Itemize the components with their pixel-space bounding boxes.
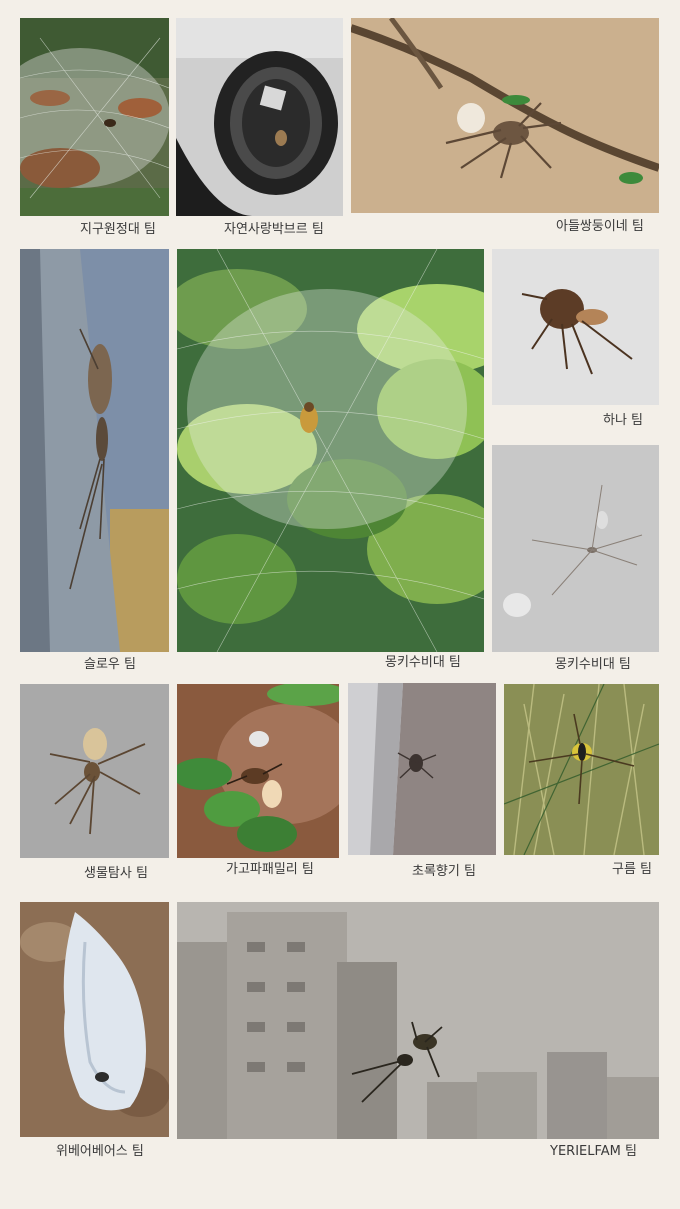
caption-4: 슬로우 팀 xyxy=(84,657,136,672)
photo-sheet-web-spider xyxy=(177,249,484,652)
caption-12: 위베어베어스 팀 xyxy=(56,1144,144,1159)
photo-argiope-in-grass xyxy=(504,684,659,855)
photo-spider-city-background xyxy=(177,902,659,1139)
photo-cellar-spider xyxy=(492,445,659,652)
caption-13: YERIELFAM 팀 xyxy=(550,1144,637,1159)
caption-6: 하나 팀 xyxy=(603,413,644,428)
caption-7: 몽키수비대 팀 xyxy=(555,657,631,672)
photo-orb-spider-gray xyxy=(20,684,169,858)
caption-11: 구름 팀 xyxy=(612,862,653,877)
caption-5: 몽키수비대 팀 xyxy=(385,655,461,670)
caption-1: 지구원정대 팀 xyxy=(80,222,156,237)
caption-2: 자연사랑박브르 팀 xyxy=(224,222,324,237)
photo-spider-on-wall xyxy=(348,683,496,855)
photo-spider-on-white xyxy=(492,249,659,405)
photo-wolf-spider-with-egg-sac xyxy=(351,18,659,213)
photo-spider-in-tube xyxy=(176,18,343,216)
photo-spider-on-pole xyxy=(20,249,169,652)
photo-funnel-web-spider xyxy=(20,18,169,216)
caption-8: 생물탐사 팀 xyxy=(84,866,148,881)
caption-3: 아들쌍둥이네 팀 xyxy=(556,219,644,234)
photo-spider-on-leaves xyxy=(177,684,339,858)
caption-10: 초록향기 팀 xyxy=(412,864,476,879)
caption-9: 가고파패밀리 팀 xyxy=(226,862,314,877)
photo-silk-egg-sac xyxy=(20,902,169,1137)
